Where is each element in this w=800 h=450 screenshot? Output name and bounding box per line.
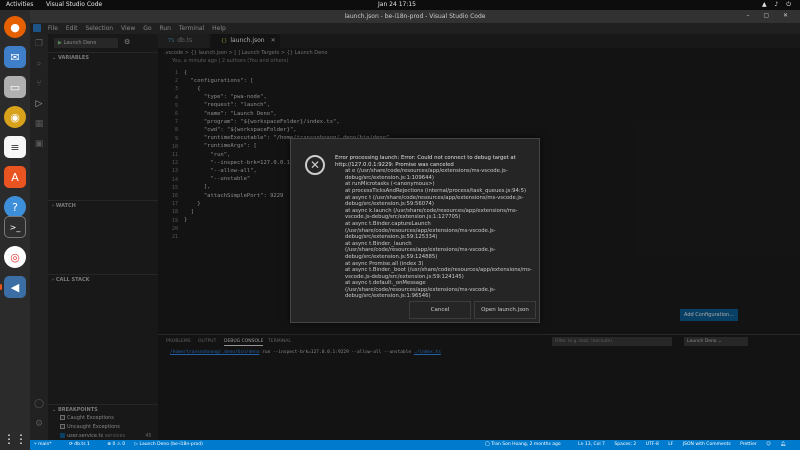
system-tray[interactable]: ▲ ♪ ⏻ [762, 1, 794, 9]
error-headline: Error processing launch: Error: Could no… [335, 155, 516, 168]
window-title: launch.json - be-i18n-prod - Visual Stud… [344, 13, 486, 20]
stack-line: at e (/usr/share/code/resources/app/exte… [345, 168, 508, 181]
stack-line: at async t.Binder._launch (/usr/share/co… [345, 240, 496, 260]
encoding-status[interactable]: UTF-8 [646, 442, 659, 447]
cancel-button[interactable]: Cancel [409, 301, 471, 319]
stack-line: at async t (/usr/share/code/resources/ap… [345, 194, 524, 208]
eol-status[interactable]: LF [668, 442, 673, 447]
open-launch-json-button[interactable]: Open launch.json [474, 301, 536, 319]
branch-label: main* [38, 442, 52, 447]
activities-button[interactable]: Activities [6, 1, 33, 8]
vscode-icon[interactable]: ◀ [4, 276, 26, 298]
system-top-bar: Activities Visual Studio Code Jan 24 17:… [0, 0, 800, 10]
language-mode-status[interactable]: JSON with Comments [683, 442, 731, 447]
prettier-status[interactable]: Prettier [740, 442, 757, 447]
clock[interactable]: Jan 24 17:15 [378, 1, 416, 8]
terminal-icon[interactable]: >_ [4, 216, 26, 238]
firefox-icon[interactable]: ● [4, 16, 26, 38]
error-circle-icon: ✕ [305, 155, 325, 175]
stack-line: at async t.default._onMessage (/usr/shar… [345, 280, 496, 300]
indentation-status[interactable]: Spaces: 2 [614, 442, 636, 447]
git-branch-status[interactable]: ⑂ main* [34, 442, 60, 447]
stack-line: at async Promise.all (index 3) [345, 260, 424, 267]
author-label: Tran Son Hoang, 2 months ago [491, 442, 561, 447]
help-icon[interactable]: ? [4, 196, 26, 218]
stack-line: at processTicksAndRejections (internal/p… [345, 187, 527, 194]
feedback-icon[interactable]: ☺ [766, 442, 771, 447]
document-icon[interactable]: ≡ [4, 136, 26, 158]
sync-status[interactable]: ⟳ db.ts 1 [69, 442, 98, 447]
files-icon[interactable]: ▭ [4, 76, 26, 98]
bell-icon[interactable]: 🔔︎ [780, 442, 786, 447]
git-author-status[interactable]: ◯ Tran Son Hoang, 2 months ago [485, 442, 569, 447]
mail-icon[interactable]: ✉ [4, 46, 26, 68]
error-dialog: ✕ Error processing launch: Error: Could … [290, 138, 540, 323]
debug-label: Launch Deno (be-i18n-prod) [139, 442, 203, 447]
dock: ● ✉ ▭ ◉ ≡ A ? >_ ◎ ◀ ⋮⋮ [0, 10, 30, 450]
active-app-indicator [0, 284, 2, 290]
problems-status[interactable]: ⊗ 0 ⚠ 0 [107, 442, 125, 447]
cursor-position-status[interactable]: Ln 13, Col 7 [578, 442, 605, 447]
debug-status[interactable]: ▷ Launch Deno (be-i18n-prod) [135, 442, 211, 447]
status-bar: ⑂ main* ⟳ db.ts 1 ⊗ 0 ⚠ 0 ▷ Launch Deno … [30, 440, 800, 450]
software-center-icon[interactable]: A [4, 166, 26, 188]
window-controls[interactable]: – ▢ ✕ [746, 12, 794, 19]
sync-label: db.ts 1 [74, 442, 90, 447]
music-icon[interactable]: ◉ [4, 106, 26, 128]
show-apps-icon[interactable]: ⋮⋮ [3, 428, 27, 450]
stack-line: at async t.Binder.captureLaunch (/usr/sh… [345, 220, 496, 241]
stack-line: at async t.Binder._boot (/usr/share/code… [345, 267, 532, 280]
app-menu[interactable]: Visual Studio Code [46, 1, 102, 8]
stack-line: at async k.launch (/usr/share/code/resou… [345, 207, 518, 221]
chrome-icon[interactable]: ◎ [4, 246, 26, 268]
stack-line: at runMicrotasks (<anonymous>) [345, 181, 435, 188]
error-message: Error processing launch: Error: Could no… [335, 155, 533, 300]
window-title-bar: launch.json - be-i18n-prod - Visual Stud… [30, 10, 800, 23]
